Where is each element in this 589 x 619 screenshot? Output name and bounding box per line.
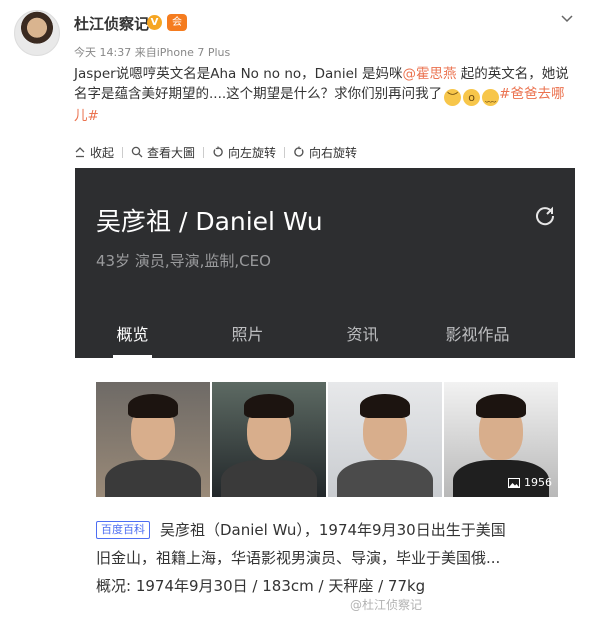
post-image[interactable]: 吴彦祖 / Daniel Wu 43岁 演员,导演,监制,CEO 概览 照片 资… bbox=[75, 168, 575, 619]
facts-line: 概况: 1974年9月30日 / 183cm / 天秤座 / 77kg bbox=[96, 572, 558, 600]
tab-photos: 照片 bbox=[231, 325, 264, 344]
post-text: Jasper说嗯哼英文名是Aha No no no，Daniel 是妈咪@霍思燕… bbox=[74, 64, 574, 126]
facts-label: 概况: bbox=[96, 577, 132, 595]
knowledge-card-header: 吴彦祖 / Daniel Wu 43岁 演员,导演,监制,CEO 概览 照片 资… bbox=[75, 168, 575, 358]
post-text-part1: Jasper说嗯哼英文名是Aha No no no，Daniel 是妈咪 bbox=[74, 66, 403, 82]
photo-count-value: 1956 bbox=[524, 476, 552, 489]
view-large-button[interactable]: 查看大圖 bbox=[123, 144, 203, 161]
card-tabs: 概览 照片 资讯 影视作品 bbox=[75, 316, 575, 358]
baike-badge: 百度百科 bbox=[96, 521, 150, 539]
rotate-left-label: 向左旋转 bbox=[228, 145, 277, 160]
photo-body-shape bbox=[221, 460, 317, 497]
rotate-right-button[interactable]: 向右旋转 bbox=[285, 144, 365, 161]
rotate-right-icon bbox=[294, 146, 304, 157]
post-meta: 今天 14:37 来自iPhone 7 Plus bbox=[74, 44, 230, 60]
photo-strip: 1956 bbox=[96, 382, 558, 497]
emoji-sad-icon: ︶ bbox=[444, 89, 462, 106]
rotate-left-icon bbox=[213, 146, 223, 157]
verified-badge: V bbox=[147, 15, 162, 30]
photo-hair-shape bbox=[244, 394, 294, 418]
celebrity-subtitle: 43岁 演员,导演,监制,CEO bbox=[96, 252, 271, 270]
username[interactable]: 杜江侦察记 bbox=[74, 13, 149, 34]
collect-label: 收起 bbox=[90, 145, 115, 160]
collapse-icon bbox=[75, 147, 85, 158]
description-text-1: 吴彦祖（Daniel Wu），1974年9月30日出生于美国 bbox=[160, 521, 506, 539]
emoji-surprised-icon: o bbox=[463, 89, 481, 106]
emoji-sweat-icon: ﹏ bbox=[482, 89, 500, 106]
knowledge-card-body: 1956 百度百科 吴彦祖（Daniel Wu），1974年9月30日出生于美国 … bbox=[75, 358, 575, 619]
photo-hair-shape bbox=[476, 394, 526, 418]
photo-2 bbox=[212, 382, 326, 497]
post-header: 杜江侦察记 V 会 今天 14:37 来自iPhone 7 Plus bbox=[0, 0, 589, 62]
share-icon bbox=[536, 206, 555, 226]
collect-button[interactable]: 收起 bbox=[74, 144, 122, 161]
timestamp[interactable]: 今天 14:37 bbox=[74, 46, 131, 59]
photo-1 bbox=[96, 382, 210, 497]
mention-link[interactable]: @霍思燕 bbox=[402, 66, 456, 82]
photo-body-shape bbox=[337, 460, 433, 497]
description-line-2: 旧金山，祖籍上海，华语影视男演员、导演，毕业于美国俄... bbox=[96, 549, 501, 567]
facts-value: 1974年9月30日 / 183cm / 天秤座 / 77kg bbox=[135, 577, 426, 595]
celebrity-name: 吴彦祖 / Daniel Wu bbox=[96, 207, 323, 236]
search-icon bbox=[131, 146, 143, 158]
watermark: @杜江侦察记 bbox=[350, 598, 423, 612]
rotate-left-button[interactable]: 向左旋转 bbox=[204, 144, 284, 161]
photo-hair-shape bbox=[128, 394, 178, 418]
photo-body-shape bbox=[105, 460, 201, 497]
rotate-right-label: 向右旋转 bbox=[309, 145, 358, 160]
photo-count: 1956 bbox=[508, 476, 552, 489]
tab-works: 影视作品 bbox=[445, 325, 510, 344]
member-badge: 会 bbox=[167, 14, 187, 31]
image-icon bbox=[508, 477, 520, 488]
image-toolbar: 收起 查看大圖 向左旋转 向右旋转 bbox=[74, 143, 365, 161]
tab-overview: 概览 bbox=[75, 316, 190, 358]
description-line-1: 百度百科 吴彦祖（Daniel Wu），1974年9月30日出生于美国 bbox=[96, 516, 558, 544]
photo-3 bbox=[328, 382, 442, 497]
source: 来自iPhone 7 Plus bbox=[134, 46, 231, 59]
chevron-down-icon[interactable] bbox=[559, 10, 575, 26]
description: 百度百科 吴彦祖（Daniel Wu），1974年9月30日出生于美国 旧金山，祖… bbox=[96, 516, 558, 600]
photo-4: 1956 bbox=[444, 382, 558, 497]
avatar[interactable] bbox=[14, 10, 60, 56]
photo-hair-shape bbox=[360, 394, 410, 418]
tab-news: 资讯 bbox=[346, 325, 379, 344]
view-large-label: 查看大圖 bbox=[147, 145, 196, 160]
